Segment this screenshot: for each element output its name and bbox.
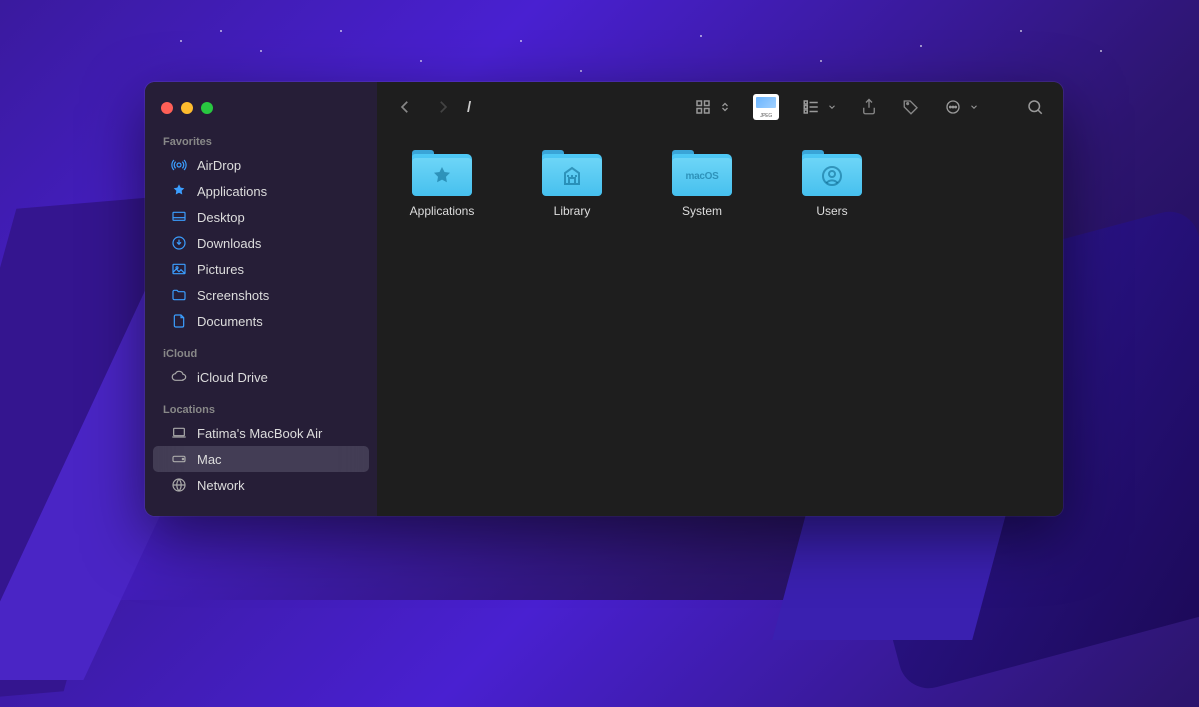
preview-app-icon[interactable]: [753, 94, 779, 120]
sidebar-item-downloads[interactable]: Downloads: [153, 230, 369, 256]
sidebar-item-network[interactable]: Network: [153, 472, 369, 498]
sidebar-item-airdrop[interactable]: AirDrop: [153, 152, 369, 178]
search-button[interactable]: [1025, 97, 1045, 117]
sidebar-item-pictures[interactable]: Pictures: [153, 256, 369, 282]
airdrop-icon: [171, 157, 187, 173]
action-button[interactable]: [943, 97, 963, 117]
sidebar-item-label: Network: [197, 478, 245, 493]
laptop-icon: [171, 425, 187, 441]
sidebar-item-icloud-drive[interactable]: iCloud Drive: [153, 364, 369, 390]
file-browser[interactable]: Applications Library macOS System: [377, 132, 1063, 516]
section-favorites: Favorites: [145, 130, 377, 152]
folder-icon: [171, 287, 187, 303]
sidebar-item-label: Fatima's MacBook Air: [197, 426, 322, 441]
sidebar-item-screenshots[interactable]: Screenshots: [153, 282, 369, 308]
sidebar-item-label: AirDrop: [197, 158, 241, 173]
sidebar-item-label: Downloads: [197, 236, 261, 251]
share-button[interactable]: [859, 97, 879, 117]
sidebar-item-label: Pictures: [197, 262, 244, 277]
finder-window: Favorites AirDrop Applications Desktop D…: [145, 82, 1063, 516]
sidebar-item-documents[interactable]: Documents: [153, 308, 369, 334]
tag-button[interactable]: [901, 97, 921, 117]
chevron-down-icon[interactable]: [969, 97, 979, 117]
folder-icon: [802, 148, 862, 196]
sidebar-item-applications[interactable]: Applications: [153, 178, 369, 204]
section-locations: Locations: [145, 398, 377, 420]
sidebar-item-label: Mac: [197, 452, 222, 467]
sidebar: Favorites AirDrop Applications Desktop D…: [145, 82, 377, 516]
pictures-icon: [171, 261, 187, 277]
chevron-down-icon[interactable]: [827, 97, 837, 117]
section-icloud: iCloud: [145, 342, 377, 364]
disk-icon: [171, 451, 187, 467]
folder-users[interactable]: Users: [787, 148, 877, 218]
icon-view-button[interactable]: [693, 97, 713, 117]
applications-icon: [171, 183, 187, 199]
minimize-button[interactable]: [181, 102, 193, 114]
sidebar-item-label: Desktop: [197, 210, 245, 225]
sidebar-item-desktop[interactable]: Desktop: [153, 204, 369, 230]
cloud-icon: [171, 369, 187, 385]
sidebar-item-label: iCloud Drive: [197, 370, 268, 385]
sidebar-item-macbook[interactable]: Fatima's MacBook Air: [153, 420, 369, 446]
folder-label: Applications: [410, 204, 475, 218]
close-button[interactable]: [161, 102, 173, 114]
folder-applications[interactable]: Applications: [397, 148, 487, 218]
folder-label: Users: [816, 204, 847, 218]
path-title: /: [467, 99, 471, 116]
back-button[interactable]: [395, 97, 415, 117]
forward-button[interactable]: [433, 97, 453, 117]
globe-icon: [171, 477, 187, 493]
sidebar-item-mac[interactable]: Mac: [153, 446, 369, 472]
sidebar-item-label: Screenshots: [197, 288, 269, 303]
fullscreen-button[interactable]: [201, 102, 213, 114]
folder-icon: [542, 148, 602, 196]
sidebar-item-label: Applications: [197, 184, 267, 199]
window-controls: [145, 96, 377, 130]
sidebar-item-label: Documents: [197, 314, 263, 329]
folder-icon: macOS: [672, 148, 732, 196]
view-switch-icon[interactable]: [719, 97, 731, 117]
downloads-icon: [171, 235, 187, 251]
main-content: /: [377, 82, 1063, 516]
desktop-icon: [171, 209, 187, 225]
toolbar: /: [377, 82, 1063, 132]
folder-icon: [412, 148, 472, 196]
folder-label: System: [682, 204, 722, 218]
folder-system[interactable]: macOS System: [657, 148, 747, 218]
folder-library[interactable]: Library: [527, 148, 617, 218]
group-button[interactable]: [801, 97, 821, 117]
folder-label: Library: [554, 204, 591, 218]
documents-icon: [171, 313, 187, 329]
